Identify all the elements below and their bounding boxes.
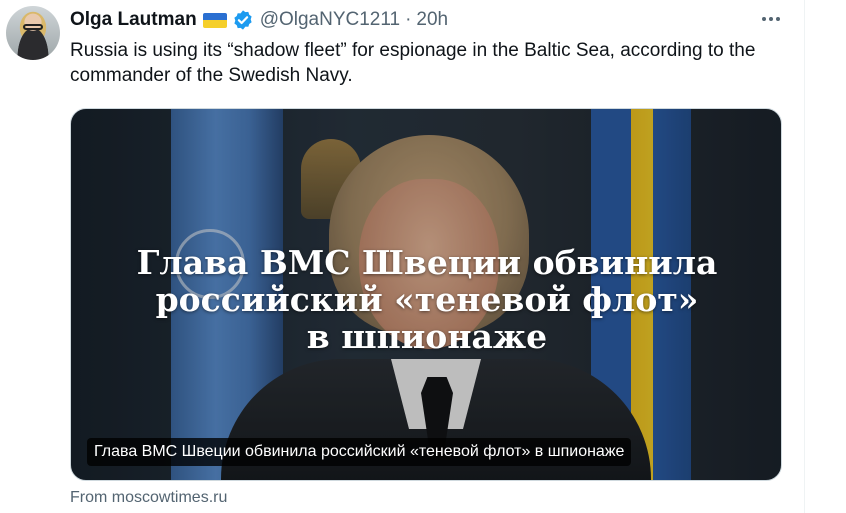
flag-yellow-stripe [202,20,227,28]
more-dots-icon[interactable] [756,8,786,30]
headline-line: Глава ВМС Швеции обвинила [136,243,718,282]
media-card[interactable]: Глава ВМС Швеции обвинила российский «те… [70,108,782,481]
verified-badge-icon[interactable] [232,9,254,31]
dot [776,17,780,21]
card-headline: Глава ВМС Швеции обвинила российский «те… [71,243,781,356]
ukraine-flag-icon [202,12,227,28]
avatar[interactable] [6,6,60,60]
avatar-glasses [23,24,43,30]
card-caption: Глава ВМС Швеции обвинила российский «те… [87,438,632,466]
header-separator: · [405,9,412,30]
dot [762,17,766,21]
flag-blue-stripe [202,12,227,20]
headline-line: в шпионаже [306,317,548,356]
author-name[interactable]: Olga Lautman [70,9,197,31]
source-prefix: From [70,489,108,506]
headline-line: российский «теневой флот» [155,280,699,319]
card-source: From moscowtimes.ru [70,489,227,507]
tweet-text: Russia is using its “shadow fleet” for e… [70,40,756,86]
tweet-article[interactable]: Olga Lautman @OlgaNYC1211 · 20h Russia i… [0,0,805,513]
author-handle[interactable]: @OlgaNYC1211 [260,9,400,31]
dot [769,17,773,21]
tweet-timestamp[interactable]: 20h [416,9,448,31]
column-divider [804,0,805,513]
tweet-header: Olga Lautman @OlgaNYC1211 · 20h [70,8,448,32]
source-domain-link[interactable]: moscowtimes.ru [112,489,228,506]
